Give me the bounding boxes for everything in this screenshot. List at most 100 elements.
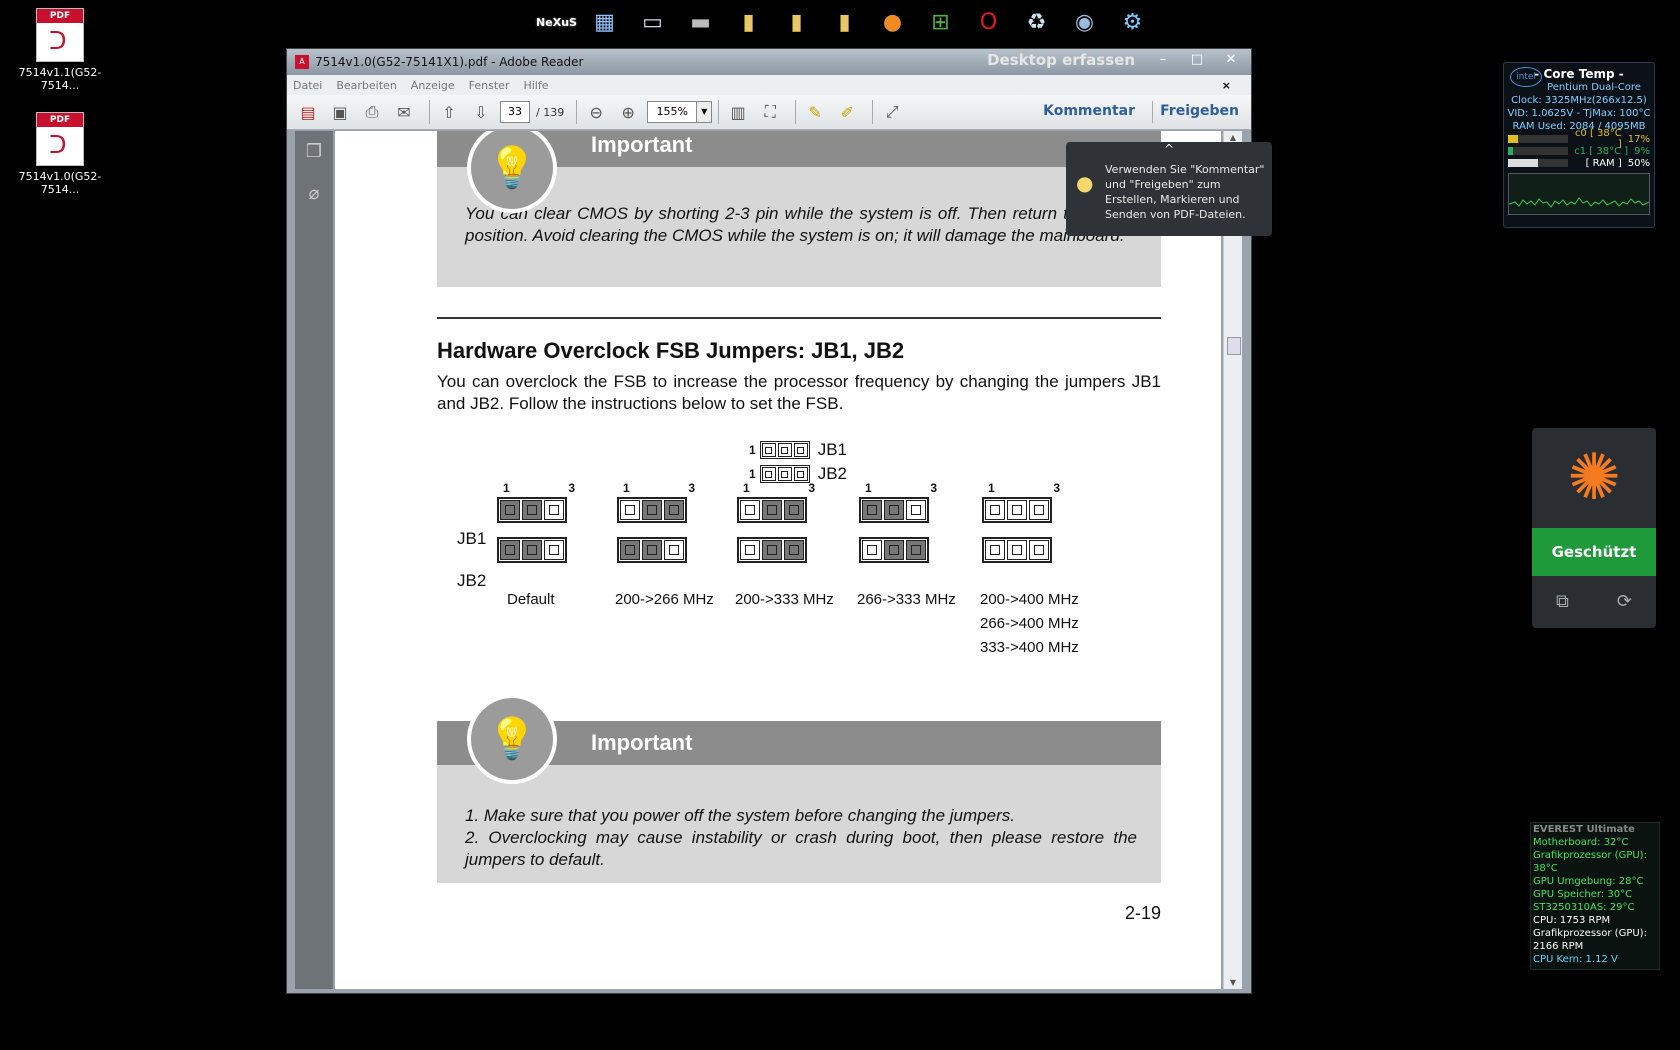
folder-icon[interactable]: ▮ [822,0,867,44]
pin-one-label: 1 [749,443,756,457]
everest-item: CPU Kern: 1.12 V [1533,954,1618,965]
dock: NeXuS ▦ ▭ ▬ ▮ ▮ ▮ ● ⊞ O ♻ ◉ ⚙ [534,0,1155,48]
comment-icon[interactable]: ✎ [802,99,828,125]
jumper-pin-shorted [906,540,926,560]
recycle-bin-icon[interactable]: ♻ [1014,0,1059,44]
jumper-pin [740,540,760,560]
create-pdf-icon[interactable]: ▤ [295,99,321,125]
important-item-2: 2. Overclocking may cause instability or… [465,828,1137,869]
jb1-jumper [859,497,929,523]
jumper-pin-shorted [784,500,804,520]
jumper-legend: 1 JB1 1 JB2 [749,440,847,484]
close-document-icon[interactable]: × [1222,79,1231,92]
jumper-pin [544,540,564,560]
pdf-file-icon: PDF ᑐ [36,112,84,166]
scroll-down-icon[interactable]: ▼ [1224,978,1242,987]
email-icon[interactable]: ✉ [391,99,417,125]
collapse-caret-icon[interactable]: ^ [1066,142,1272,157]
jb2-jumper [617,537,687,563]
opera-icon[interactable]: O [966,0,1011,44]
everest-item: GPU Speicher: 30°C [1533,889,1633,900]
close-button[interactable]: ✕ [1217,51,1245,69]
load-graph [1508,173,1650,215]
folder-icon[interactable]: ▮ [774,0,819,44]
windows-icon[interactable]: ⊞ [918,0,963,44]
config-caption: 266->400 MHz [980,615,1079,632]
toolbar: ▤ ▣ ⎙ ✉ ⇧ ⇩ 33 / 139 ⊖ ⊕ 155% ▼ ▥ ⛶ ✎ ✐ … [287,95,1251,130]
scroll-up-icon[interactable]: ▲ [1224,133,1242,142]
pages-icon[interactable]: ❐ [302,141,326,165]
desktop-pdf-icon-1[interactable]: PDF ᑐ 7514v1.1(G52-7514... [0,8,120,92]
jumper-config: 13 [737,481,821,563]
document-view[interactable]: Important You can clear CMOS by shorting… [335,131,1221,989]
pin-number-label: 3 [568,481,575,495]
jumper-config: 13 [497,481,581,563]
highlight-icon[interactable]: ✐ [834,99,860,125]
jumper-config: 13 [617,481,701,563]
config-caption: 333->400 MHz [980,639,1079,656]
menu-bearbeiten[interactable]: Bearbeiten [336,79,396,92]
computer-icon[interactable]: ▭ [630,0,675,44]
jumper-pin [1007,540,1027,560]
jumper-pin-shorted [642,500,662,520]
legend-jb2: JB2 [817,464,847,483]
zoom-dropdown-icon[interactable]: ▼ [697,101,713,123]
folder-icon[interactable]: ▮ [726,0,771,44]
save-icon[interactable]: ▣ [327,99,353,125]
jumper-pin-shorted [884,540,904,560]
pin-number-label: 3 [688,481,695,495]
jumper-pin [985,540,1005,560]
important-item-1: 1. Make sure that you power off the syst… [465,806,1015,825]
next-page-icon[interactable]: ⇩ [468,99,494,125]
jumper-pin-shorted [500,540,520,560]
minimize-button[interactable]: – [1149,51,1177,69]
jb2-jumper [859,537,929,563]
vertical-scrollbar[interactable]: ▲ ▼ [1223,131,1242,989]
divider [437,317,1161,319]
jumper-pin-shorted [762,540,782,560]
jumper-pin [985,500,1005,520]
row-label-jb2: JB2 [457,571,487,590]
avast-gadget[interactable]: ✺ Geschützt ⧉ ⟳ [1532,428,1656,628]
everest-item: Motherboard: 32°C [1533,837,1629,848]
pin-number-label: 1 [743,481,750,495]
important-text-1: You can clear CMOS by shorting 2-3 pin w… [465,204,1137,245]
page-number-input[interactable]: 33 [500,101,530,123]
scroll-thumb[interactable] [1227,337,1241,355]
nexus-icon[interactable]: NeXuS [534,0,579,44]
settings-icon[interactable]: ⚙ [1110,0,1155,44]
menu-fenster[interactable]: Fenster [469,79,510,92]
jumper-pin [544,500,564,520]
fit-width-icon[interactable]: ⛶ [757,99,783,125]
firefox-icon[interactable]: ● [870,0,915,44]
pin-number-label: 3 [930,481,937,495]
core-temp-gadget[interactable]: intel - Core Temp - Pentium Dual-Core Cl… [1503,62,1655,228]
zoom-field[interactable]: 155% [647,101,698,123]
fit-page-icon[interactable]: ▥ [725,99,751,125]
open-window-icon[interactable]: ⧉ [1556,591,1569,612]
share-link[interactable]: Freigeben [1160,103,1239,119]
attachment-icon[interactable]: ⌀ [302,183,326,207]
previous-page-icon[interactable]: ⇧ [436,99,462,125]
jb2-jumper [982,537,1052,563]
menu-hilfe[interactable]: Hilfe [523,79,548,92]
menu-anzeige[interactable]: Anzeige [411,79,455,92]
jb1-jumper [617,497,687,523]
zoom-out-icon[interactable]: ⊖ [583,99,609,125]
jumper-pin-shorted [884,500,904,520]
zoom-in-icon[interactable]: ⊕ [615,99,641,125]
globe-icon[interactable]: ◉ [1062,0,1107,44]
menu-datei[interactable]: Datei [293,79,322,92]
lightbulb-icon: 💡 [467,694,557,784]
desktop-pdf-icon-2[interactable]: PDF ᑐ 7514v1.0(G52-7514... [0,112,120,196]
jumper-pin-shorted [664,500,684,520]
everest-item: CPU: 1753 RPM [1533,915,1611,926]
windows-explorer-icon[interactable]: ▦ [582,0,627,44]
drive-icon[interactable]: ▬ [678,0,723,44]
comment-link[interactable]: Kommentar [1043,103,1135,119]
jumper-pin [862,540,882,560]
refresh-icon[interactable]: ⟳ [1617,591,1632,612]
expand-icon[interactable]: ⤢ [879,99,905,125]
maximize-button[interactable]: □ [1183,51,1211,69]
print-icon[interactable]: ⎙ [359,99,385,125]
